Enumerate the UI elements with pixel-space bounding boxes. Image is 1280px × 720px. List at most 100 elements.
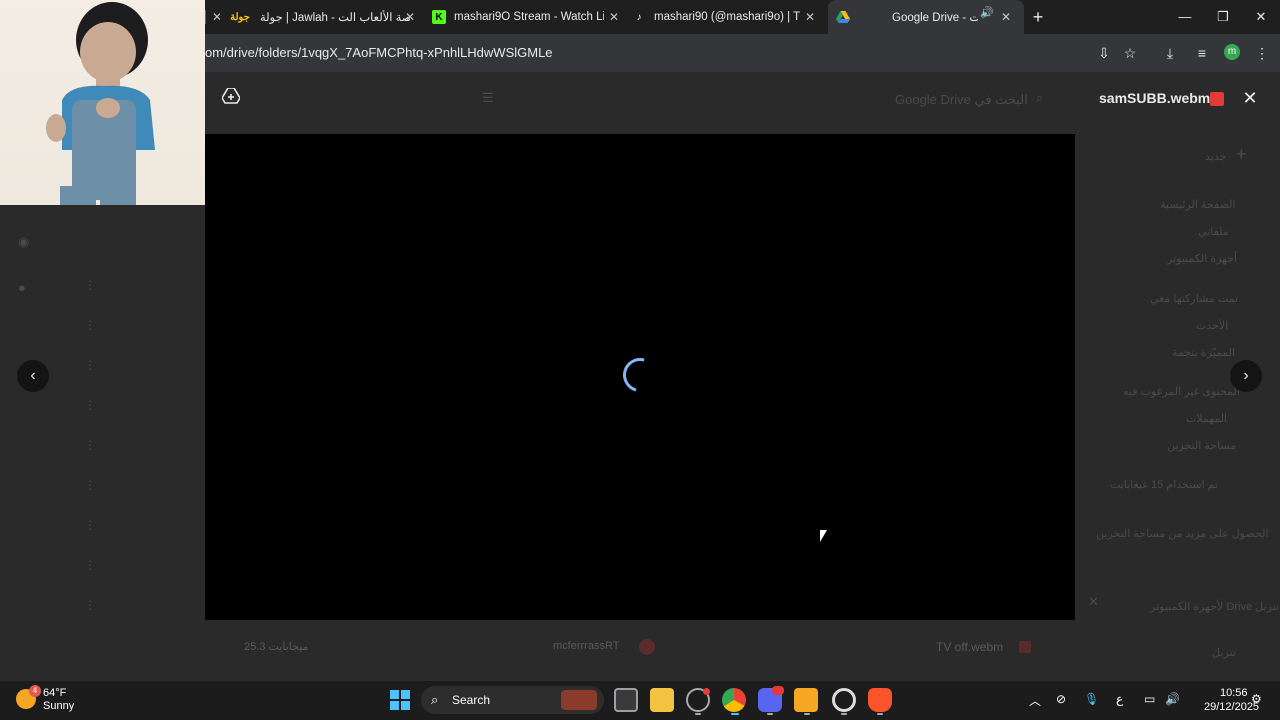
windows-start-icon[interactable]: [390, 690, 410, 710]
app-indicator: [877, 713, 883, 715]
steelseries-icon[interactable]: [832, 688, 856, 712]
tiktok-icon: ♪: [636, 11, 642, 23]
new-button-label: جديد: [1205, 151, 1227, 163]
nav-item: تمت مشاركتها معي: [1150, 293, 1239, 305]
network-off-icon[interactable]: ⊘: [1056, 692, 1066, 706]
previous-file-button[interactable]: ‹: [17, 360, 49, 392]
plus-icon: +: [1236, 144, 1247, 164]
file-owner: mcferrrassRT: [553, 640, 620, 652]
filter-icon: ☰: [482, 90, 494, 105]
address-bar[interactable]: om/drive/folders/1vqgX_7AoFMCPhtq-xPnhlL…: [205, 39, 1085, 67]
input-language[interactable]: ع: [1116, 692, 1123, 706]
file-explorer-icon[interactable]: [650, 688, 674, 712]
drive-sidebar-icon: ◉: [18, 234, 30, 249]
close-preview-button[interactable]: ✕: [1240, 88, 1260, 108]
search-icon: ⌕: [1036, 90, 1044, 105]
tab-kick[interactable]: K mashari9O Stream - Watch Live ✕: [432, 4, 628, 30]
row-menu-icon: ⋮: [84, 518, 96, 532]
kick-icon: K: [432, 10, 446, 24]
promo-text: تنزيل Drive لأجهزة الكمبيوتر: [1150, 601, 1279, 613]
row-menu-icon: ⋮: [84, 598, 96, 612]
speaker-icon[interactable]: 🔊: [980, 6, 994, 19]
weather-temperature[interactable]: 64°F: [43, 687, 66, 699]
nav-item: الأحدث: [1196, 320, 1229, 332]
file-name: TV off.webm: [936, 640, 1004, 654]
task-view-icon[interactable]: [614, 688, 638, 712]
tab-title: جولة | Jawlah - منصة الألعاب الت: [260, 12, 410, 24]
tab-title: mashari90 (@mashari9o) | TikTo: [654, 11, 800, 23]
clock-time[interactable]: 10:56: [1220, 687, 1248, 699]
install-app-icon[interactable]: ⇩: [1094, 43, 1114, 63]
app-indicator: [804, 713, 810, 715]
app-indicator: [695, 713, 701, 715]
row-menu-icon: ⋮: [84, 438, 96, 452]
row-menu-icon: ⋮: [84, 318, 96, 332]
bookmark-star-icon[interactable]: ☆: [1120, 43, 1140, 63]
tab-separator: [205, 10, 206, 24]
tray-overflow-icon[interactable]: ︿: [1029, 692, 1041, 709]
video-file-icon: [1019, 641, 1031, 653]
preview-file-name: samSUBB.webm: [1099, 90, 1211, 106]
app-icon[interactable]: [794, 688, 818, 712]
maximize-button[interactable]: ❐: [1210, 6, 1236, 28]
app-indicator: [841, 713, 847, 715]
new-tab-button[interactable]: +: [1028, 7, 1048, 27]
volume-icon[interactable]: 🔊: [1165, 692, 1180, 706]
webcam-overlay: [0, 0, 205, 205]
profile-avatar[interactable]: m: [1224, 44, 1240, 60]
display-icon[interactable]: ▭: [1144, 692, 1155, 706]
active-app-indicator: [731, 713, 739, 715]
weather-description[interactable]: Sunny: [43, 700, 74, 712]
nav-item: أجهزة الكمبيوتر: [1167, 253, 1238, 265]
alert-dot: [703, 688, 710, 695]
taskbar-search[interactable]: ⌕ Search: [421, 686, 604, 714]
nav-item: المهملات: [1186, 413, 1228, 425]
owner-avatar: [639, 639, 655, 655]
media-control-icon[interactable]: ≡: [1192, 43, 1212, 63]
microphone-icon[interactable]: 🎙: [1084, 692, 1099, 706]
row-menu-icon: ⋮: [84, 278, 96, 292]
discord-badge: [772, 686, 784, 695]
mouse-cursor: [820, 530, 827, 542]
drive-search-input: البحث في Google Drive: [895, 92, 1028, 107]
screen: ✕ جولة جولة | Jawlah - منصة الألعاب الت …: [0, 0, 1280, 720]
app-indicator: [767, 713, 773, 715]
tab-close-partial[interactable]: ✕: [212, 4, 220, 30]
character-illustration: [46, 2, 155, 205]
nav-item: المحتوى غير المرغوب فيه: [1123, 386, 1240, 398]
jawlah-icon: جولة: [230, 11, 250, 23]
nav-item: المميّزة بنجمة: [1172, 347, 1236, 359]
nav-item: ملفاتي: [1198, 226, 1229, 238]
minimize-button[interactable]: —: [1172, 6, 1198, 28]
row-menu-icon: ⋮: [84, 398, 96, 412]
video-file-type-icon: [1210, 92, 1224, 106]
nav-item: مساحة التخزين: [1167, 440, 1237, 452]
close-icon[interactable]: ✕: [212, 9, 220, 25]
notifications-icon[interactable]: ⚙: [1251, 692, 1262, 706]
add-to-drive-icon[interactable]: [221, 87, 242, 108]
notification-badge: 4: [29, 685, 41, 697]
chrome-icon[interactable]: [722, 688, 746, 712]
google-drive-icon: [836, 10, 850, 24]
search-highlight-image: [561, 690, 597, 710]
storage-usage: تم استخدام 15 غيغابايت: [1110, 479, 1219, 491]
window-close-button[interactable]: ✕: [1248, 6, 1274, 28]
search-label: Search: [452, 693, 491, 707]
close-icon[interactable]: ✕: [802, 9, 818, 25]
tab-google-drive[interactable]: Google Drive - الليرنات 🔊 ✕: [828, 0, 1024, 34]
downloads-icon[interactable]: ⤓: [1160, 43, 1180, 63]
search-icon: ⌕: [431, 692, 439, 707]
tab-tiktok[interactable]: ♪ mashari90 (@mashari9o) | TikTo ✕: [632, 4, 824, 30]
file-size: 25.3 ميجابايت: [244, 641, 309, 653]
row-menu-icon: ⋮: [84, 558, 96, 572]
close-icon[interactable]: ✕: [606, 9, 622, 25]
close-icon[interactable]: ✕: [402, 9, 418, 25]
row-menu-icon: ⋮: [84, 358, 96, 372]
close-icon[interactable]: ✕: [998, 9, 1014, 25]
row-menu-icon: ⋮: [84, 478, 96, 492]
kebab-menu-icon[interactable]: ⋮: [1252, 43, 1272, 63]
tab-jawlah[interactable]: جولة جولة | Jawlah - منصة الألعاب الت ✕: [228, 4, 424, 30]
promo-button: تنزيل: [1212, 647, 1236, 659]
brave-icon[interactable]: [868, 688, 892, 712]
next-file-button[interactable]: ›: [1230, 360, 1262, 392]
